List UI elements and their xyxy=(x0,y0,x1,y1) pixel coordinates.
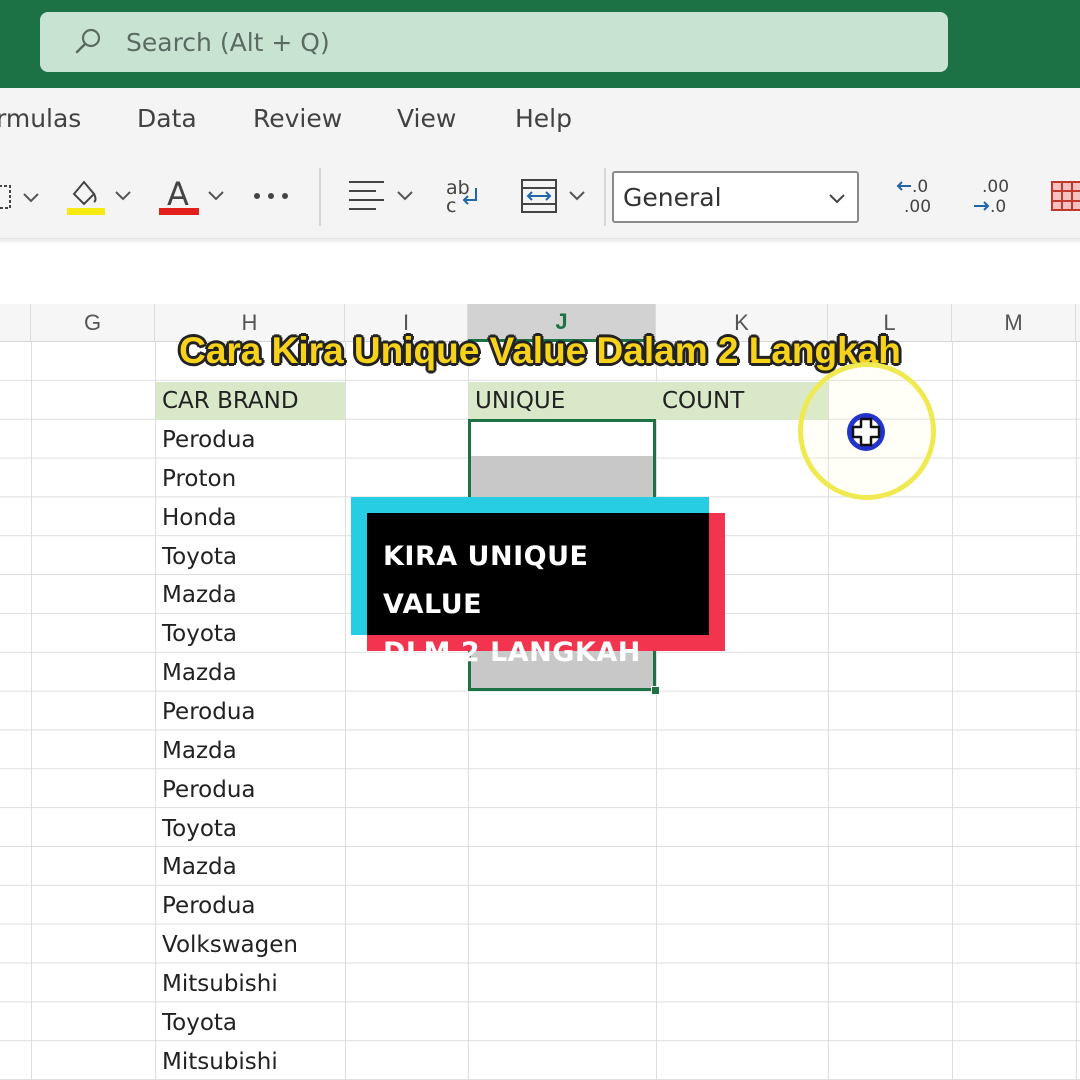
grid-line xyxy=(1076,342,1077,1080)
cell-car-brand[interactable]: Mazda xyxy=(156,732,345,770)
number-format-value: General xyxy=(623,182,722,212)
svg-text:c: c xyxy=(446,195,456,217)
cell-car-brand[interactable]: Mazda xyxy=(156,654,345,692)
font-color-icon: A xyxy=(159,175,224,215)
tag-line-1: KIRA UNIQUE VALUE xyxy=(383,541,589,620)
cell-car-brand[interactable]: Proton xyxy=(156,460,345,498)
merge-icon xyxy=(521,179,585,213)
svg-text:.0: .0 xyxy=(912,177,928,197)
cell-j-header[interactable]: UNIQUE xyxy=(469,382,656,420)
search-box[interactable]: Search (Alt + Q) xyxy=(40,12,948,72)
chevron-down-icon xyxy=(829,194,845,204)
wrap-text-button[interactable]: ab c xyxy=(440,174,486,218)
cell-car-brand[interactable]: Perodua xyxy=(156,421,345,459)
cell-car-brand[interactable]: Mazda xyxy=(156,848,345,886)
cell-car-brand[interactable]: Volkswagen xyxy=(156,926,345,964)
cell-car-brand[interactable]: Toyota xyxy=(156,1004,345,1042)
menu-view[interactable]: View xyxy=(397,104,456,133)
ribbon-separator-2 xyxy=(604,168,606,226)
merge-center-button[interactable] xyxy=(516,174,592,218)
title-bar: Search (Alt + Q) xyxy=(0,0,1080,88)
decrease-decimal-icon: .00 .0 xyxy=(974,177,1009,217)
fill-color-icon xyxy=(67,180,131,215)
number-format-dropdown[interactable]: General xyxy=(612,171,859,223)
cell-car-brand[interactable]: Perodua xyxy=(156,771,345,809)
menu-bar: rmulas Data Review View Help xyxy=(0,88,1080,154)
cell-car-brand[interactable]: Honda xyxy=(156,499,345,537)
svg-text:.00: .00 xyxy=(982,177,1009,197)
grid-line xyxy=(345,342,346,1080)
menu-formulas[interactable]: rmulas xyxy=(0,104,81,133)
cell-car-brand[interactable]: Toyota xyxy=(156,538,345,576)
search-icon xyxy=(75,28,101,54)
cell-car-brand[interactable]: Toyota xyxy=(156,615,345,653)
cell-car-brand[interactable]: Mazda xyxy=(156,576,345,614)
video-title-overlay: Cara Kira Unique Value Dalam 2 Langkah xyxy=(179,330,901,371)
grid-line xyxy=(952,342,953,1080)
cell-h-header[interactable]: CAR BRAND xyxy=(156,382,345,420)
more-icon xyxy=(254,193,288,199)
cell-car-brand[interactable]: Perodua xyxy=(156,693,345,731)
cell-car-brand[interactable]: Mitsubishi xyxy=(156,1043,345,1080)
svg-text:.00: .00 xyxy=(904,197,931,217)
align-left-icon xyxy=(349,181,413,210)
tag-line-2: DLM 2 LANGKAH xyxy=(383,637,641,668)
conditional-formatting-button[interactable] xyxy=(1046,176,1080,216)
decrease-decimal-button[interactable]: .00 .0 xyxy=(968,172,1018,220)
ribbon-separator xyxy=(319,168,321,226)
wrap-text-icon: ab c xyxy=(446,177,477,217)
fill-color-button[interactable] xyxy=(62,174,138,218)
increase-decimal-icon: .0 .00 xyxy=(896,177,931,217)
fill-handle[interactable] xyxy=(651,686,660,695)
font-color-button[interactable]: A xyxy=(155,174,231,218)
cell-car-brand[interactable]: Mitsubishi xyxy=(156,965,345,1003)
more-options-button[interactable] xyxy=(249,180,293,212)
cell-car-brand[interactable]: Perodua xyxy=(156,887,345,925)
formula-area xyxy=(0,244,1080,308)
grid-line xyxy=(656,342,657,1080)
cell-car-brand[interactable]: Toyota xyxy=(156,810,345,848)
menu-help[interactable]: Help xyxy=(515,104,572,133)
align-button[interactable] xyxy=(344,174,420,218)
increase-decimal-button[interactable]: .0 .00 xyxy=(892,172,942,220)
table-grid-icon xyxy=(1051,181,1080,211)
svg-text:.0: .0 xyxy=(990,197,1006,217)
svg-text:A: A xyxy=(167,175,189,213)
grid-line xyxy=(31,342,32,1080)
tag-box: KIRA UNIQUE VALUE DLM 2 LANGKAH xyxy=(367,513,709,668)
search-placeholder: Search (Alt + Q) xyxy=(126,27,330,57)
menu-data[interactable]: Data xyxy=(137,104,197,133)
borders-button[interactable] xyxy=(0,178,44,216)
cell-cursor-icon xyxy=(847,413,885,451)
menu-review[interactable]: Review xyxy=(253,104,342,133)
borders-icon xyxy=(0,185,39,209)
